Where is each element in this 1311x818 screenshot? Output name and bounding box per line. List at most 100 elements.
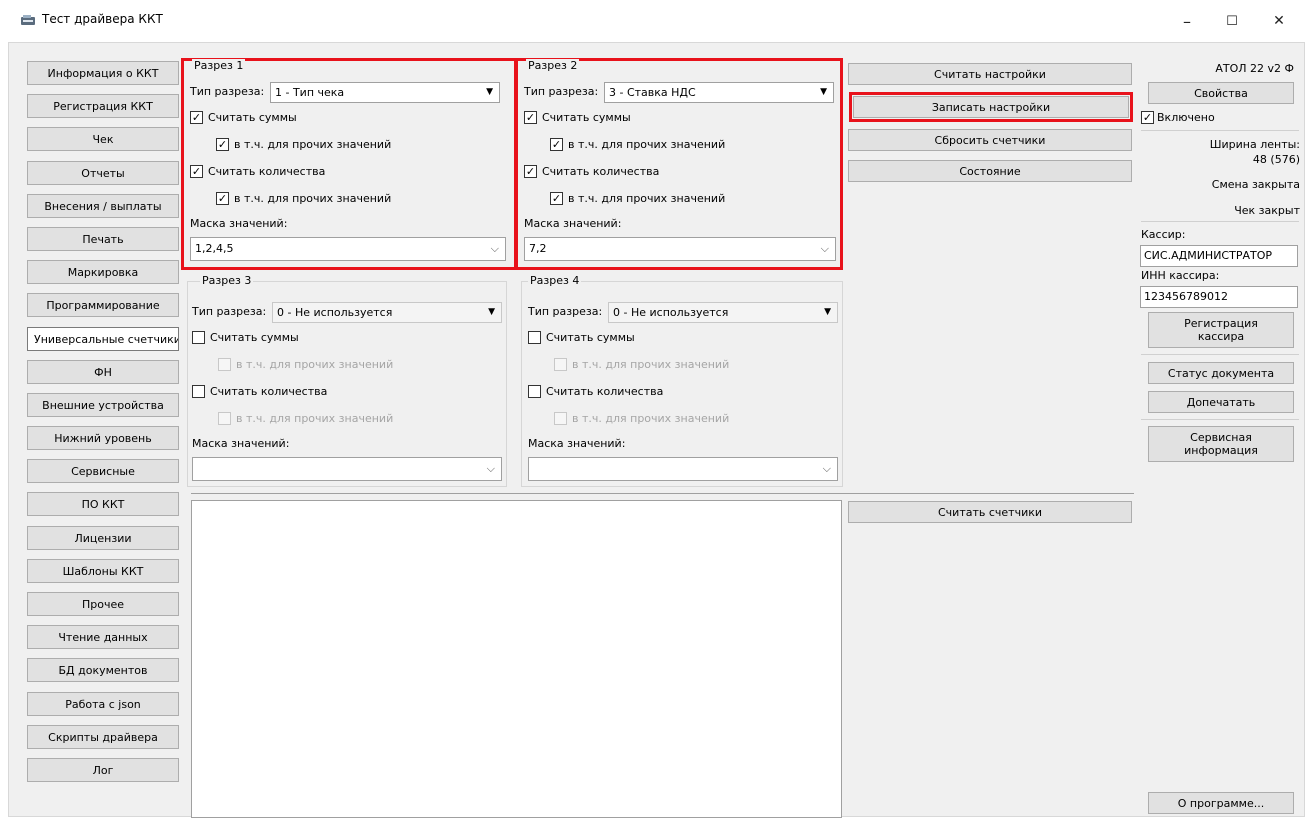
- checkbox-icon: [192, 385, 205, 398]
- chevron-down-icon: ⌵: [486, 462, 495, 475]
- section-3-type-label: Тип разреза:: [192, 305, 267, 318]
- section-4-qty-other-checkbox[interactable]: в т.ч. для прочих значений: [554, 412, 729, 425]
- nav-item-firmware[interactable]: ПО ККТ: [27, 492, 179, 517]
- section-1-type-value: 1 - Тип чека: [275, 86, 345, 99]
- section-1-sum-label: Считать суммы: [208, 111, 297, 124]
- nav-item-fn[interactable]: ФН: [27, 359, 179, 384]
- section-1-mask-value: 1,2,4,5: [195, 242, 234, 255]
- reset-counters-button[interactable]: Сбросить счетчики: [848, 129, 1132, 151]
- section-1-qty-checkbox[interactable]: ✓ Считать количества: [190, 165, 325, 178]
- section-2-mask-input[interactable]: 7,2 ⌵: [524, 237, 836, 261]
- section-4-type-value: 0 - Не используется: [613, 306, 729, 319]
- section-2-sum-checkbox[interactable]: ✓ Считать суммы: [524, 111, 631, 124]
- section-3-sum-checkbox[interactable]: Считать суммы: [192, 331, 299, 344]
- read-settings-button[interactable]: Считать настройки: [848, 63, 1132, 85]
- tape-width-value: 48 (576): [1252, 153, 1300, 166]
- nav-item-receipt[interactable]: Чек: [27, 127, 179, 152]
- section-1-type-select[interactable]: 1 - Тип чека ▼: [270, 82, 500, 103]
- section-1-mask-input[interactable]: 1,2,4,5 ⌵: [190, 237, 506, 261]
- cashier-input[interactable]: СИС.АДМИНИСТРАТОР: [1140, 245, 1298, 267]
- nav-item-print[interactable]: Печать: [27, 226, 179, 251]
- section-1-title: Разрез 1: [192, 59, 246, 72]
- section-4-sum-other-label: в т.ч. для прочих значений: [572, 358, 730, 371]
- nav-item-info[interactable]: Информация о ККТ: [27, 61, 179, 85]
- section-3-sum-other-checkbox[interactable]: в т.ч. для прочих значений: [218, 358, 393, 371]
- read-counters-button[interactable]: Считать счетчики: [848, 501, 1132, 523]
- tape-width-label: Ширина ленты:: [1209, 138, 1300, 151]
- write-settings-button[interactable]: Записать настройки: [853, 96, 1129, 118]
- nav-item-universal-counters[interactable]: Универсальные счетчики: [27, 326, 179, 351]
- section-3-group: Разрез 3 Тип разреза: 0 - Не используетс…: [187, 274, 507, 487]
- nav-item-service[interactable]: Сервисные: [27, 459, 179, 484]
- nav-item-registration[interactable]: Регистрация ККТ: [27, 94, 179, 119]
- inn-input[interactable]: 123456789012: [1140, 286, 1298, 308]
- section-1-type-label: Тип разреза:: [190, 85, 265, 98]
- status-button[interactable]: Состояние: [848, 160, 1132, 182]
- checkbox-icon: [218, 412, 231, 425]
- checkbox-icon: ✓: [190, 165, 203, 178]
- nav-item-licenses[interactable]: Лицензии: [27, 525, 179, 550]
- nav-item-other[interactable]: Прочее: [27, 592, 179, 616]
- nav-item-external-devices[interactable]: Внешние устройства: [27, 392, 179, 417]
- section-3-title: Разрез 3: [200, 274, 254, 287]
- nav-item-json[interactable]: Работа с json: [27, 691, 179, 716]
- checkbox-icon: ✓: [190, 111, 203, 124]
- nav-item-low-level[interactable]: Нижний уровень: [27, 426, 179, 451]
- document-status-button[interactable]: Статус документа: [1148, 362, 1294, 384]
- section-4-qty-other-label: в т.ч. для прочих значений: [572, 412, 730, 425]
- section-4-mask-input[interactable]: ⌵: [528, 457, 838, 481]
- nav-item-programming[interactable]: Программирование: [27, 293, 179, 318]
- minimize-button[interactable]: –: [1167, 8, 1207, 34]
- horizontal-divider: [191, 493, 1134, 494]
- checkbox-icon: ✓: [550, 192, 563, 205]
- close-button[interactable]: ✕: [1259, 8, 1299, 34]
- nav-item-read-data[interactable]: Чтение данных: [27, 625, 179, 650]
- section-3-qty-checkbox[interactable]: Считать количества: [192, 385, 327, 398]
- section-2-type-select[interactable]: 3 - Ставка НДС ▼: [604, 82, 834, 103]
- register-cashier-button[interactable]: Регистрация кассира: [1148, 312, 1294, 348]
- dropdown-arrow-icon: ▼: [820, 87, 827, 97]
- section-2-title: Разрез 2: [526, 59, 580, 72]
- section-3-type-select[interactable]: 0 - Не используется ▼: [272, 302, 502, 323]
- right-panel: АТОЛ 22 v2 Ф Свойства ✓ Включено Ширина …: [1140, 58, 1302, 815]
- section-1-sum-checkbox[interactable]: ✓ Считать суммы: [190, 111, 297, 124]
- section-3-qty-other-checkbox[interactable]: в т.ч. для прочих значений: [218, 412, 393, 425]
- nav-item-scripts[interactable]: Скрипты драйвера: [27, 724, 179, 749]
- dropdown-arrow-icon: ▼: [824, 307, 831, 317]
- right-divider: [1141, 130, 1299, 131]
- reprint-button[interactable]: Допечатать: [1148, 391, 1294, 413]
- section-2-qty-other-label: в т.ч. для прочих значений: [568, 192, 726, 205]
- section-2-qty-checkbox[interactable]: ✓ Считать количества: [524, 165, 659, 178]
- section-2-qty-other-checkbox[interactable]: ✓ в т.ч. для прочих значений: [550, 192, 725, 205]
- chevron-down-icon: ⌵: [822, 462, 831, 475]
- maximize-button[interactable]: ☐: [1212, 8, 1252, 34]
- nav-item-log[interactable]: Лог: [27, 757, 179, 782]
- enabled-checkbox[interactable]: ✓ Включено: [1141, 111, 1215, 124]
- nav-item-cash-in-out[interactable]: Внесения / выплаты: [27, 193, 179, 218]
- section-4-sum-checkbox[interactable]: Считать суммы: [528, 331, 635, 344]
- client-area: Информация о ККТ Регистрация ККТ Чек Отч…: [8, 42, 1305, 818]
- nav-item-reports[interactable]: Отчеты: [27, 160, 179, 185]
- nav-item-marking[interactable]: Маркировка: [27, 260, 179, 285]
- section-3-mask-input[interactable]: ⌵: [192, 457, 502, 481]
- nav-item-templates[interactable]: Шаблоны ККТ: [27, 558, 179, 583]
- properties-button[interactable]: Свойства: [1148, 82, 1294, 104]
- about-button[interactable]: О программе...: [1148, 792, 1294, 814]
- section-4-sum-other-checkbox[interactable]: в т.ч. для прочих значений: [554, 358, 729, 371]
- section-4-qty-checkbox[interactable]: Считать количества: [528, 385, 663, 398]
- section-1-mask-label: Маска значений:: [190, 217, 288, 230]
- section-1-sum-other-label: в т.ч. для прочих значений: [234, 138, 392, 151]
- section-4-type-select[interactable]: 0 - Не используется ▼: [608, 302, 838, 323]
- counters-output-area[interactable]: [191, 500, 842, 818]
- right-divider: [1141, 221, 1299, 222]
- section-2-sum-other-checkbox[interactable]: ✓ в т.ч. для прочих значений: [550, 138, 725, 151]
- section-3-mask-label: Маска значений:: [192, 437, 290, 450]
- nav-item-doc-db[interactable]: БД документов: [27, 658, 179, 683]
- window-title: Тест драйвера ККТ: [42, 12, 163, 26]
- section-1-qty-other-checkbox[interactable]: ✓ в т.ч. для прочих значений: [216, 192, 391, 205]
- section-2-qty-label: Считать количества: [542, 165, 660, 178]
- section-1-sum-other-checkbox[interactable]: ✓ в т.ч. для прочих значений: [216, 138, 391, 151]
- service-info-button[interactable]: Сервисная информация: [1148, 426, 1294, 462]
- section-4-mask-label: Маска значений:: [528, 437, 626, 450]
- section-1-qty-other-label: в т.ч. для прочих значений: [234, 192, 392, 205]
